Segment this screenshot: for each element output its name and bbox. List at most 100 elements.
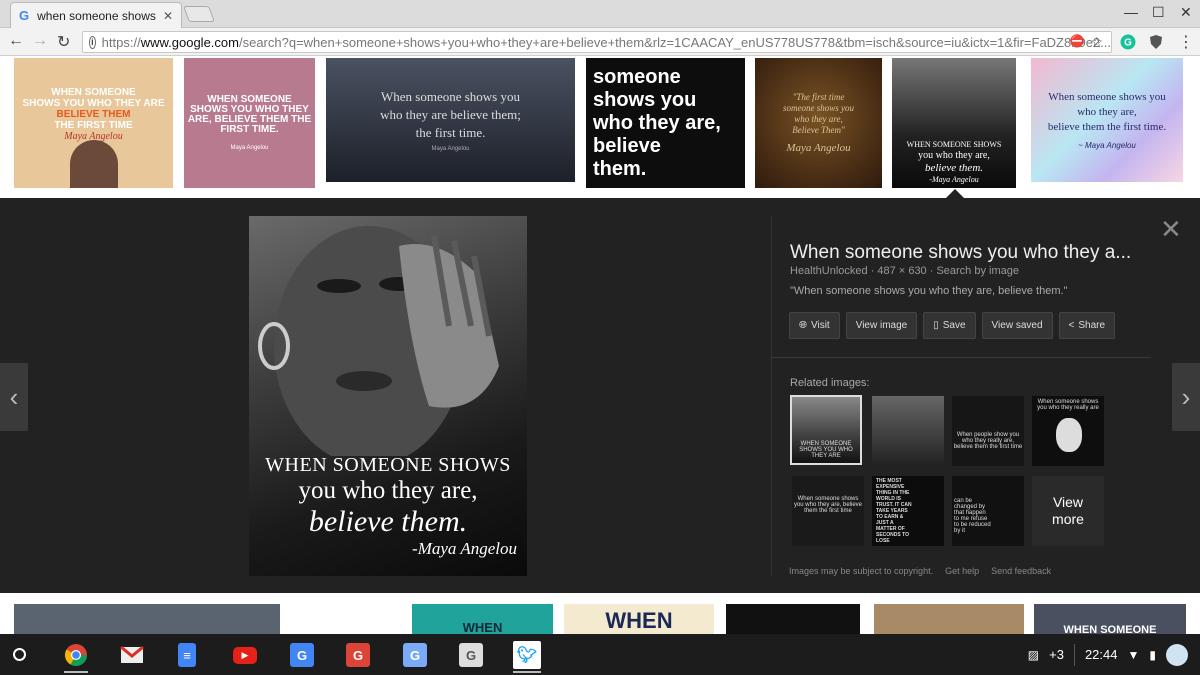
preview-caption-line-3: believe them. <box>308 505 468 538</box>
thumb-3-line-1: When someone shows you <box>380 89 520 104</box>
maximize-icon[interactable]: ☐ <box>1152 4 1165 21</box>
save-button[interactable]: ▯ Save <box>923 312 976 339</box>
result-thumb-bottom-4[interactable] <box>726 604 860 634</box>
related-image-2[interactable] <box>872 396 944 466</box>
screenshot-notification-icon: ▨ <box>1027 647 1040 662</box>
google-app-1-label: G <box>296 647 308 663</box>
result-thumb-3[interactable]: When someone shows you who they are beli… <box>326 58 575 182</box>
tab-title: when someone shows yo <box>37 8 159 23</box>
google-app-icon-4[interactable]: G <box>459 643 483 667</box>
thumb-1-line-3: BELIEVE THEM <box>56 108 131 120</box>
related-image-1[interactable]: WHEN SOMEONE SHOWS YOU WHO THEY ARE <box>790 395 862 465</box>
related-4-text: When someone shows you who they really a… <box>1037 399 1099 411</box>
result-thumb-6[interactable]: WHEN SOMEONE SHOWS you who they are, bel… <box>892 58 1016 188</box>
battery-icon: ▮ <box>1149 647 1156 662</box>
related-images-label: Related images: <box>790 377 870 389</box>
bookmark-icon: ▯ <box>933 320 939 331</box>
preview-title[interactable]: When someone shows you who they a... <box>790 242 1131 264</box>
thumb-1-line-2: SHOWS YOU WHO THEY ARE <box>22 97 165 109</box>
related-image-6[interactable]: THE MOST EXPENSIVE THING IN THE WORLD IS… <box>872 476 944 546</box>
related-7-text: can be changed by that happen to me refu… <box>954 498 991 534</box>
result-thumb-5[interactable]: "The first time someone shows you who th… <box>755 58 882 188</box>
related-image-7[interactable]: can be changed by that happen to me refu… <box>952 476 1024 546</box>
omnibox-icons: ⛔ ☆ <box>1069 34 1103 51</box>
preview-main-image[interactable]: WHEN SOMEONE SHOWS you who they are, bel… <box>249 216 527 576</box>
result-thumb-bottom-1[interactable] <box>14 604 280 634</box>
gmail-icon[interactable] <box>120 643 144 667</box>
result-thumb-bottom-2[interactable]: WHEN <box>412 604 553 634</box>
related-6-text: THE MOST EXPENSIVE THING IN THE WORLD IS… <box>876 478 912 544</box>
get-help-link[interactable]: Get help <box>945 566 979 576</box>
thumb-3-line-2: who they are believe them; <box>380 107 521 122</box>
preview-description: "When someone shows you who they are, be… <box>790 285 1068 297</box>
send-feedback-link[interactable]: Send feedback <box>991 566 1051 576</box>
system-tray[interactable]: ▨ +3 22:44 ▼ ▮ <box>1028 634 1200 675</box>
os-shelf: ≡ ▶ G G G G 🐦︎ ▨ +3 22:44 ▼ ▮ <box>0 634 1200 675</box>
related-1-text: WHEN SOMEONE SHOWS YOU WHO THEY ARE <box>799 441 853 459</box>
thumb-5-line-2: someone shows you <box>783 103 854 113</box>
address-bar[interactable]: i https://www.google.com/search?q=when+s… <box>82 31 1112 53</box>
result-thumb-1[interactable]: WHEN SOMEONE SHOWS YOU WHO THEY ARE BELI… <box>14 58 173 188</box>
chrome-menu-icon[interactable]: ⋮ <box>1178 32 1194 52</box>
result-thumb-7[interactable]: When someone shows you who they are, bel… <box>1031 58 1183 182</box>
related-image-3[interactable]: When people show you who they really are… <box>952 396 1024 466</box>
result-thumb-4[interactable]: someone shows you who they are, believe … <box>586 58 745 188</box>
thumb-7-author: ~ Maya Angelou <box>1078 141 1136 150</box>
result-thumb-2[interactable]: WHEN SOMEONE SHOWS YOU WHO THEY ARE, BEL… <box>184 58 315 188</box>
thumb-5-line-1: "The first time <box>792 92 845 102</box>
visit-button[interactable]: 🌐︎ Visit <box>789 312 840 339</box>
result-thumb-bottom-5[interactable] <box>874 604 1024 634</box>
active-app-indicator <box>64 671 88 673</box>
selected-result-caret <box>946 189 964 198</box>
globe-icon: 🌐︎ <box>799 320 807 331</box>
google-app-icon-2[interactable]: G <box>346 643 370 667</box>
bookmark-star-icon[interactable]: ☆ <box>1090 34 1103 51</box>
share-button[interactable]: < Share <box>1058 312 1116 339</box>
shield-extension-icon[interactable] <box>1148 34 1164 50</box>
site-info-icon[interactable]: i <box>89 35 96 49</box>
active-app-indicator <box>513 671 541 673</box>
browser-tab[interactable]: G when someone shows yo ✕ <box>10 2 182 28</box>
reload-icon[interactable]: ↻ <box>57 32 70 52</box>
launcher-icon[interactable] <box>13 648 26 661</box>
google-app-3-label: G <box>409 647 421 663</box>
google-app-icon-3[interactable]: G <box>403 643 427 667</box>
thumb-7-line-3: believe them the first time. <box>1047 121 1167 133</box>
grammarly-extension-icon[interactable]: G <box>1120 34 1136 50</box>
bottom-3-text: WHEN <box>605 608 673 633</box>
tab-close-icon[interactable]: ✕ <box>163 9 173 23</box>
related-image-4[interactable]: When someone shows you who they really a… <box>1032 396 1104 466</box>
result-thumb-bottom-6[interactable]: WHEN SOMEONE <box>1034 604 1186 634</box>
new-tab-button[interactable] <box>183 6 215 22</box>
minimize-icon[interactable]: — <box>1124 4 1138 20</box>
view-more-related[interactable]: View more <box>1032 476 1104 546</box>
preview-caption-line-2: you who they are, <box>298 477 478 504</box>
preview-divider <box>771 357 1151 358</box>
preview-caption-line-1: WHEN SOMEONE SHOWS <box>265 454 511 476</box>
docs-icon[interactable]: ≡ <box>178 643 196 667</box>
result-thumb-bottom-3[interactable]: WHEN <box>564 604 714 634</box>
related-image-5[interactable]: When someone shows you who they are, bel… <box>792 476 864 546</box>
view-saved-button[interactable]: View saved <box>981 312 1053 339</box>
mask-image <box>1056 418 1082 452</box>
chrome-icon[interactable] <box>64 643 88 667</box>
twitter-bird-icon: 🐦︎ <box>516 647 538 664</box>
close-preview-icon[interactable]: ✕ <box>1160 214 1182 245</box>
url-prefix: https:// <box>101 34 141 50</box>
blocked-popup-icon[interactable]: ⛔ <box>1069 34 1084 51</box>
twitter-icon[interactable]: 🐦︎ <box>513 641 541 669</box>
google-app-icon-1[interactable]: G <box>290 643 314 667</box>
google-app-4-label: G <box>465 647 477 663</box>
back-icon[interactable]: ← <box>8 32 24 50</box>
youtube-icon[interactable]: ▶ <box>233 647 257 664</box>
forward-icon[interactable]: → <box>32 32 48 50</box>
notification-count: +3 <box>1049 647 1064 662</box>
view-image-button[interactable]: View image <box>845 312 918 339</box>
view-saved-label: View saved <box>991 320 1043 331</box>
previous-image-arrow[interactable]: ‹ <box>0 363 28 431</box>
thumb-6-line-1: WHEN SOMEONE SHOWS <box>906 140 1002 149</box>
thumb-4-line-3: who they are, <box>593 111 721 134</box>
close-window-icon[interactable]: ✕ <box>1180 4 1192 21</box>
copyright-notice: Images may be subject to copyright. <box>789 566 934 576</box>
thumb-7-line-2: who they are, <box>1077 106 1137 118</box>
